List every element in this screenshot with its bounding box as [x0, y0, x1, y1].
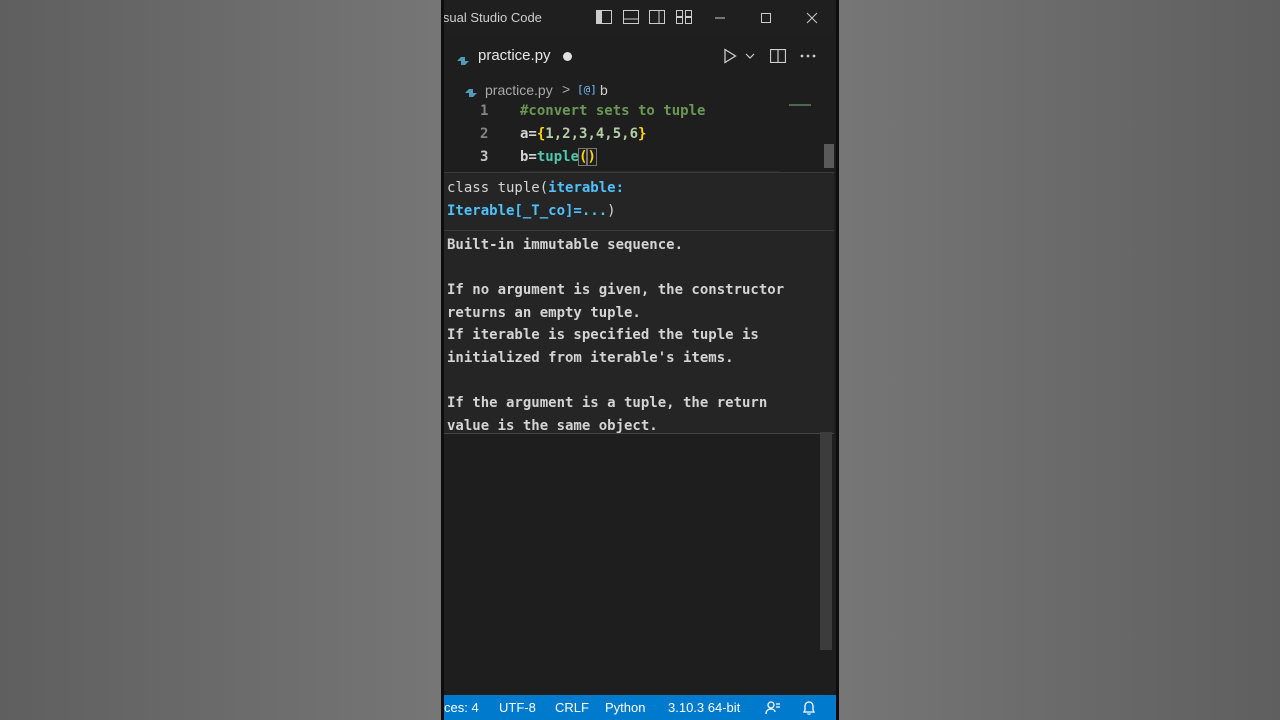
- status-bar: ces: 4 UTF-8 CRLF Python 3.10.3 64-bit: [444, 695, 836, 720]
- maximize-icon[interactable]: [756, 8, 776, 28]
- hover-documentation: Built-in immutable sequence. If no argum…: [447, 237, 785, 434]
- customize-layout-icon[interactable]: [676, 10, 692, 24]
- encoding-status[interactable]: UTF-8: [499, 700, 536, 715]
- code-editor[interactable]: 1 #convert sets to tuple 2 a={1,2,3,4,5,…: [444, 102, 836, 172]
- eol-status[interactable]: CRLF: [555, 700, 589, 715]
- code-text: b=tuple(): [520, 148, 597, 166]
- run-icon[interactable]: [720, 46, 740, 66]
- bell-icon[interactable]: [800, 699, 818, 717]
- indentation-status[interactable]: ces: 4: [444, 700, 479, 715]
- editor-scrollbar[interactable]: [820, 432, 832, 650]
- toggle-panel-icon[interactable]: [623, 10, 639, 24]
- tab-practice-py[interactable]: practice.py: [444, 36, 584, 78]
- python-file-icon: [464, 85, 478, 97]
- line-number: 1: [480, 103, 489, 119]
- chevron-down-icon[interactable]: [740, 46, 760, 66]
- more-actions-icon[interactable]: [798, 46, 818, 66]
- title-bar: isual Studio Code: [444, 0, 836, 36]
- language-status[interactable]: Python: [605, 700, 645, 715]
- window-border-right: [836, 0, 839, 720]
- tab-bar: practice.py: [444, 36, 836, 78]
- toggle-primary-sidebar-icon[interactable]: [596, 10, 612, 24]
- hover-tooltip: class tuple(iterable: Iterable[_T_co]=..…: [444, 172, 834, 434]
- breadcrumb-separator: >: [562, 81, 571, 97]
- interpreter-status[interactable]: 3.10.3 64-bit: [668, 700, 740, 715]
- video-background-right: [839, 0, 1280, 720]
- video-background-left: [0, 0, 441, 720]
- breadcrumb-symbol[interactable]: b: [600, 82, 608, 98]
- minimize-icon[interactable]: [710, 8, 730, 28]
- editor-scrollbar-thumb[interactable]: [824, 144, 834, 168]
- code-text: #convert sets to tuple: [520, 103, 706, 119]
- hover-signature: class tuple(iterable: Iterable[_T_co]=..…: [447, 180, 625, 219]
- tab-label: practice.py: [478, 47, 551, 64]
- feedback-icon[interactable]: [764, 699, 782, 717]
- breadcrumb: practice.py > [@] b: [444, 80, 836, 102]
- line-number: 3: [480, 149, 489, 165]
- code-line-3[interactable]: 3 b=tuple(): [444, 148, 824, 172]
- breadcrumb-file[interactable]: practice.py: [485, 82, 553, 98]
- toggle-secondary-sidebar-icon[interactable]: [649, 10, 665, 24]
- unsaved-indicator[interactable]: [563, 52, 572, 61]
- code-line-1[interactable]: 1 #convert sets to tuple: [444, 103, 824, 126]
- variable-icon: [@]: [577, 83, 597, 96]
- line-number: 2: [480, 126, 489, 142]
- python-file-icon: [456, 51, 470, 65]
- close-icon[interactable]: [802, 8, 822, 28]
- app-title: isual Studio Code: [444, 10, 542, 25]
- split-editor-icon[interactable]: [768, 46, 788, 66]
- code-line-2[interactable]: 2 a={1,2,3,4,5,6}: [444, 126, 824, 149]
- code-text: a={1,2,3,4,5,6}: [520, 126, 647, 142]
- vscode-window: isual Studio Code practice.py practice.p…: [444, 0, 836, 720]
